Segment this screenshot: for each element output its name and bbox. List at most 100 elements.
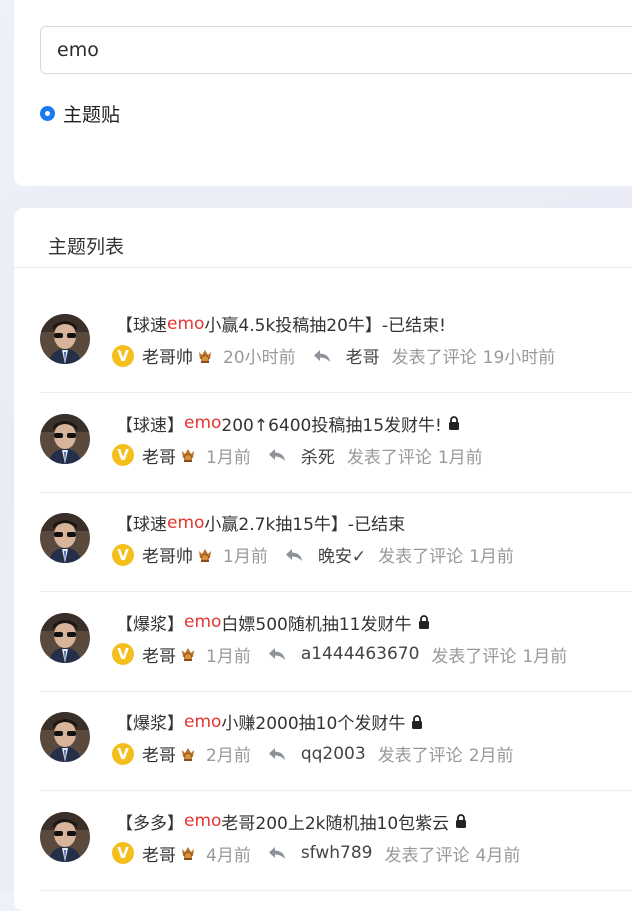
post-time: 1月前	[206, 447, 251, 468]
topic-title-suffix: 老哥200上2k随机抽10包紫云	[221, 813, 450, 834]
author-name[interactable]: 老哥	[142, 443, 176, 468]
author-name[interactable]: 老哥	[142, 741, 176, 766]
topic-title-prefix: 【球速	[116, 316, 167, 336]
vip-icon: V	[112, 842, 134, 864]
medal-icon	[199, 548, 211, 562]
author-name[interactable]: 老哥帅	[142, 542, 193, 567]
topic-title-prefix: 【球速】	[116, 415, 184, 436]
topic-row[interactable]: 【多多】 emo 老哥200上2k随机抽10包紫云 V 老哥 4月前 sfwh789…	[40, 791, 632, 891]
search-input[interactable]	[40, 26, 632, 74]
avatar[interactable]	[40, 612, 90, 663]
search-card: 主题贴	[14, 0, 632, 186]
replier-name[interactable]: 老哥	[346, 343, 380, 368]
medal-icon	[182, 747, 194, 761]
post-time: 20小时前	[223, 348, 296, 368]
topic-title-keyword: emo	[167, 313, 205, 334]
medal-icon	[182, 449, 194, 462]
reply-time: 1月前	[469, 547, 514, 567]
reply-time: 4月前	[475, 845, 521, 866]
topic-row[interactable]: 【球速 emo 小赢4.5k投稿抽20牛】-已结束! V 老哥帅 20小时前 老哥 …	[40, 293, 632, 393]
reply-action: 发表了评论	[346, 447, 432, 468]
radio-selected-icon[interactable]	[40, 106, 55, 121]
reply-time: 1月前	[437, 447, 483, 468]
avatar[interactable]	[40, 513, 90, 563]
topic-title-link[interactable]: 【多多】 emo 老哥200上2k随机抽10包紫云	[116, 809, 467, 834]
topic-title-link[interactable]: 【球速 emo 小赢4.5k投稿抽20牛】-已结束!	[116, 311, 446, 337]
topic-list-card: 主题列表 【球速 emo 小赢4.5k投稿抽20牛】-已结束! V 老哥帅 20…	[14, 208, 632, 911]
topic-title-prefix: 【球速	[116, 515, 167, 535]
topic-row[interactable]: 【爆浆】 emo 小赚2000抽10个发财牛 V 老哥 2月前 qq2003 发表了…	[40, 691, 632, 791]
replier-name[interactable]: a1444463670	[301, 644, 420, 664]
topic-meta: V 老哥 4月前 sfwh789 发表了评论 4月前	[112, 841, 520, 866]
topic-title-keyword: emo	[184, 612, 222, 632]
topic-title-link[interactable]: 【球速 emo 小赢2.7k抽15牛】-已结束	[116, 510, 406, 536]
topic-title-prefix: 【爆浆】	[116, 714, 184, 734]
reply-action: 发表了评论	[431, 646, 517, 667]
lock-icon	[448, 416, 459, 430]
post-time: 2月前	[206, 746, 251, 766]
topic-title-link[interactable]: 【爆浆】 emo 白嫖500随机抽11发财牛	[116, 610, 430, 635]
post-time: 1月前	[206, 646, 251, 667]
reply-icon	[268, 847, 285, 859]
author-name[interactable]: 老哥	[142, 642, 176, 667]
reply-action: 发表了评论	[377, 746, 463, 766]
reply-action: 发表了评论	[378, 547, 464, 567]
topic-meta: V 老哥帅 20小时前 老哥 发表了评论 19小时前	[112, 343, 555, 368]
reply-icon	[268, 449, 285, 461]
topic-title-keyword: emo	[184, 711, 222, 732]
medal-icon	[182, 847, 194, 860]
topic-title-keyword: emo	[184, 413, 222, 433]
vip-icon: V	[112, 444, 134, 466]
topic-title-prefix: 【爆浆】	[116, 614, 184, 635]
reply-icon	[268, 747, 285, 760]
reply-time: 1月前	[522, 646, 568, 667]
reply-time: 19小时前	[482, 348, 556, 368]
medal-icon	[199, 349, 211, 363]
topic-row[interactable]: 【球速 emo 小赢2.7k抽15牛】-已结束 V 老哥帅 1月前 晚安✓ 发表…	[40, 492, 632, 592]
avatar[interactable]	[40, 811, 90, 862]
replier-name[interactable]: qq2003	[301, 744, 366, 764]
topic-title-suffix: 小赢4.5k投稿抽20牛】-已结束!	[204, 316, 446, 336]
divider	[14, 267, 632, 268]
radio-label: 主题贴	[63, 104, 121, 126]
topic-title-suffix: 小赢2.7k抽15牛】-已结束	[204, 515, 406, 535]
author-name[interactable]: 老哥	[142, 841, 176, 866]
topic-filter-radio[interactable]: 主题贴	[40, 100, 120, 127]
topic-title-suffix: 小赚2000抽10个发财牛	[221, 714, 406, 734]
author-name[interactable]: 老哥帅	[142, 343, 193, 368]
topic-meta: V 老哥 1月前 a1444463670 发表了评论 1月前	[112, 642, 567, 667]
topic-title-link[interactable]: 【爆浆】 emo 小赚2000抽10个发财牛	[116, 709, 423, 734]
avatar[interactable]	[40, 314, 90, 364]
post-time: 4月前	[206, 845, 251, 866]
reply-time: 2月前	[468, 746, 514, 766]
list-title: 主题列表	[48, 236, 125, 258]
vip-icon: V	[112, 742, 134, 765]
replier-name[interactable]: sfwh789	[301, 843, 373, 863]
replier-name[interactable]: 晚安✓	[318, 542, 366, 567]
topic-title-link[interactable]: 【球速】 emo 200↑6400投稿抽15发财牛!	[116, 411, 460, 436]
reply-action: 发表了评论	[391, 348, 477, 368]
topic-title-keyword: emo	[167, 512, 205, 533]
lock-icon	[418, 615, 429, 629]
vip-icon: V	[112, 543, 134, 566]
topic-title-suffix: 白嫖500随机抽11发财牛	[221, 614, 412, 635]
topic-title-keyword: emo	[184, 811, 222, 831]
avatar[interactable]	[40, 712, 90, 762]
topic-meta: V 老哥 2月前 qq2003 发表了评论 2月前	[112, 741, 514, 766]
lock-icon	[456, 814, 467, 828]
medal-icon	[182, 648, 194, 661]
reply-icon	[313, 349, 330, 362]
topic-row[interactable]: 【爆浆】 emo 白嫖500随机抽11发财牛 V 老哥 1月前 a144446367…	[40, 592, 632, 692]
topic-title-prefix: 【多多】	[116, 813, 184, 834]
lock-icon	[412, 714, 423, 729]
topic-row[interactable]: 【球速】 emo 200↑6400投稿抽15发财牛! V 老哥 1月前 杀死 发表…	[40, 393, 632, 493]
reply-icon	[285, 548, 302, 561]
post-time: 1月前	[223, 547, 268, 567]
topic-title-suffix: 200↑6400投稿抽15发财牛!	[221, 415, 442, 436]
topic-meta: V 老哥帅 1月前 晚安✓ 发表了评论 1月前	[112, 542, 514, 567]
avatar[interactable]	[40, 413, 90, 464]
reply-action: 发表了评论	[384, 845, 470, 866]
topic-meta: V 老哥 1月前 杀死 发表了评论 1月前	[112, 443, 483, 468]
reply-icon	[268, 648, 285, 660]
replier-name[interactable]: 杀死	[301, 443, 335, 468]
